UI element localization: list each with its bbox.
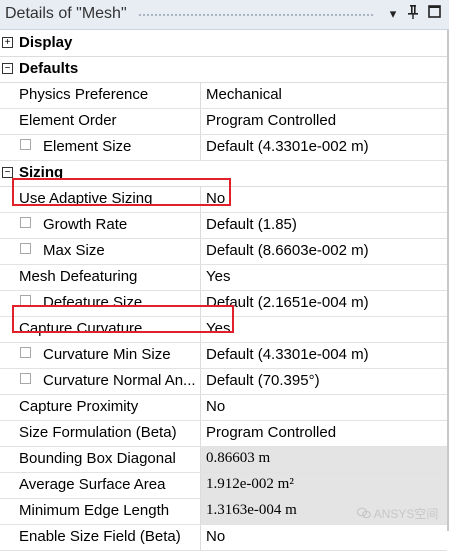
wechat-icon bbox=[356, 507, 371, 519]
pin-icon[interactable] bbox=[405, 4, 421, 24]
category-display-label: Display bbox=[19, 34, 73, 51]
property-value[interactable]: Default (2.1651e-004 m) bbox=[201, 291, 447, 316]
property-label: Max Size bbox=[43, 242, 105, 259]
property-row-growth-rate[interactable]: Growth Rate Default (1.85) bbox=[0, 213, 447, 239]
collapse-defaults-icon[interactable]: − bbox=[2, 63, 13, 74]
property-label: Mesh Defeaturing bbox=[19, 268, 138, 285]
parameter-checkbox[interactable] bbox=[20, 217, 31, 228]
property-label: Curvature Min Size bbox=[43, 346, 171, 363]
property-label: Use Adaptive Sizing bbox=[19, 190, 153, 207]
parameter-checkbox[interactable] bbox=[20, 347, 31, 358]
property-label: Element Size bbox=[43, 138, 132, 155]
parameter-checkbox[interactable] bbox=[20, 295, 31, 306]
property-row-average-surface-area: Average Surface Area 1.912e-002 m² bbox=[0, 473, 447, 499]
property-row-mesh-defeaturing[interactable]: Mesh Defeaturing Yes bbox=[0, 265, 447, 291]
property-row-use-adaptive-sizing[interactable]: Use Adaptive Sizing No bbox=[0, 187, 447, 213]
property-label: Capture Curvature bbox=[19, 320, 143, 337]
category-defaults[interactable]: − Defaults bbox=[0, 57, 447, 83]
property-row-element-size[interactable]: Element Size Default (4.3301e-002 m) bbox=[0, 135, 447, 161]
property-row-curvature-normal-angle[interactable]: Curvature Normal An... Default (70.395°) bbox=[0, 369, 447, 395]
parameter-checkbox[interactable] bbox=[20, 243, 31, 254]
property-value[interactable]: Mechanical bbox=[201, 83, 447, 108]
property-value[interactable]: Default (4.3301e-004 m) bbox=[201, 343, 447, 368]
property-row-capture-proximity[interactable]: Capture Proximity No bbox=[0, 395, 447, 421]
property-label: Bounding Box Diagonal bbox=[19, 450, 176, 467]
restore-icon-graphic bbox=[427, 5, 441, 18]
property-label: Curvature Normal An... bbox=[43, 372, 196, 389]
dropdown-arrow-icon[interactable]: ▾ bbox=[385, 4, 401, 24]
property-value[interactable]: No bbox=[201, 395, 447, 420]
category-sizing[interactable]: − Sizing bbox=[0, 161, 447, 187]
restore-window-icon[interactable] bbox=[426, 4, 442, 24]
property-row-bounding-box-diagonal: Bounding Box Diagonal 0.86603 m bbox=[0, 447, 447, 473]
parameter-checkbox[interactable] bbox=[20, 373, 31, 384]
property-row-physics-preference[interactable]: Physics Preference Mechanical bbox=[0, 83, 447, 109]
property-value[interactable]: Default (8.6603e-002 m) bbox=[201, 239, 447, 264]
property-label: Average Surface Area bbox=[19, 476, 166, 493]
property-label: Element Order bbox=[19, 112, 117, 129]
property-value[interactable]: Yes bbox=[201, 317, 447, 342]
collapse-sizing-icon[interactable]: − bbox=[2, 167, 13, 178]
property-label: Capture Proximity bbox=[19, 398, 139, 415]
watermark: ANSYS空间 bbox=[356, 505, 439, 522]
readonly-value: 1.912e-002 m² bbox=[201, 473, 447, 498]
category-display[interactable]: + Display bbox=[0, 31, 447, 57]
property-value[interactable]: Yes bbox=[201, 265, 447, 290]
panel-titlebar: Details of "Mesh" ▾ bbox=[0, 0, 449, 30]
property-label: Minimum Edge Length bbox=[19, 502, 170, 519]
property-label: Physics Preference bbox=[19, 86, 149, 103]
panel-title: Details of "Mesh" bbox=[5, 5, 127, 22]
drag-grip[interactable] bbox=[138, 13, 374, 18]
pin-icon-graphic bbox=[408, 5, 418, 19]
readonly-value: 0.86603 m bbox=[201, 447, 447, 472]
property-label: Growth Rate bbox=[43, 216, 128, 233]
property-value[interactable]: Program Controlled bbox=[201, 109, 447, 134]
property-row-element-order[interactable]: Element Order Program Controlled bbox=[0, 109, 447, 135]
property-row-curvature-min-size[interactable]: Curvature Min Size Default (4.3301e-004 … bbox=[0, 343, 447, 369]
property-row-defeature-size[interactable]: Defeature Size Default (2.1651e-004 m) bbox=[0, 291, 447, 317]
property-row-enable-size-field[interactable]: Enable Size Field (Beta) No bbox=[0, 525, 447, 551]
property-value[interactable]: No bbox=[201, 525, 447, 550]
details-grid: + Display − Defaults Physics Preference … bbox=[0, 31, 447, 551]
parameter-checkbox[interactable] bbox=[20, 139, 31, 150]
property-row-capture-curvature[interactable]: Capture Curvature Yes bbox=[0, 317, 447, 343]
property-value[interactable]: No bbox=[201, 187, 447, 212]
expand-display-icon[interactable]: + bbox=[2, 37, 13, 48]
property-row-size-formulation[interactable]: Size Formulation (Beta) Program Controll… bbox=[0, 421, 447, 447]
property-value[interactable]: Default (4.3301e-002 m) bbox=[201, 135, 447, 160]
category-sizing-label: Sizing bbox=[19, 164, 64, 181]
property-value[interactable]: Program Controlled bbox=[201, 421, 447, 446]
property-value[interactable]: Default (70.395°) bbox=[201, 369, 447, 394]
property-row-max-size[interactable]: Max Size Default (8.6603e-002 m) bbox=[0, 239, 447, 265]
property-label: Size Formulation (Beta) bbox=[19, 424, 177, 441]
watermark-text: ANSYS空间 bbox=[373, 507, 439, 521]
property-label: Defeature Size bbox=[43, 294, 143, 311]
property-value[interactable]: Default (1.85) bbox=[201, 213, 447, 238]
category-defaults-label: Defaults bbox=[19, 60, 79, 77]
